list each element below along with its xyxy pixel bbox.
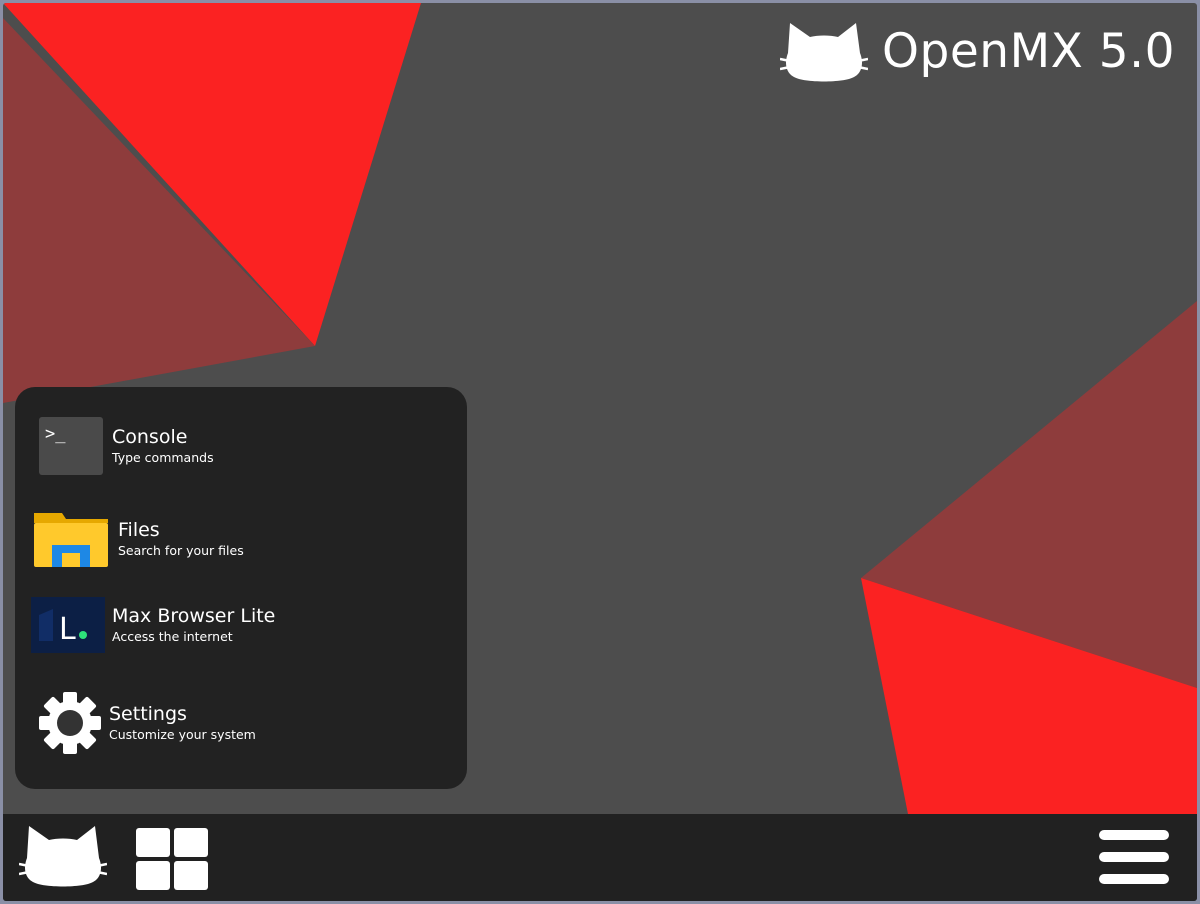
menu-item-settings[interactable]: Settings Customize your system xyxy=(38,691,256,755)
grid-icon xyxy=(136,828,208,890)
menu-item-subtitle: Search for your files xyxy=(118,543,244,558)
menu-item-subtitle: Type commands xyxy=(112,450,214,465)
menu-button[interactable] xyxy=(1099,830,1171,890)
svg-text:L: L xyxy=(59,612,76,647)
menu-item-files[interactable]: Files Search for your files xyxy=(34,511,244,567)
browser-icon: L xyxy=(31,597,105,653)
os-brand: OpenMX 5.0 xyxy=(780,19,1175,83)
menu-item-console[interactable]: >_ Console Type commands xyxy=(39,417,214,475)
taskbar xyxy=(3,814,1197,901)
terminal-icon: >_ xyxy=(39,417,103,475)
cat-head-icon xyxy=(18,826,108,887)
menu-item-title: Settings xyxy=(109,703,187,725)
folder-icon xyxy=(34,513,108,567)
menu-item-max-browser-lite[interactable]: L Max Browser Lite Access the internet xyxy=(31,597,275,653)
apps-button[interactable] xyxy=(136,828,208,894)
menu-item-title: Max Browser Lite xyxy=(112,605,276,627)
svg-text:>_: >_ xyxy=(45,424,66,444)
start-button[interactable] xyxy=(18,822,108,892)
gear-icon xyxy=(39,692,101,754)
menu-item-title: Console xyxy=(112,426,188,448)
desktop: OpenMX 5.0 >_ Console Type commands File… xyxy=(3,3,1197,901)
menu-item-subtitle: Customize your system xyxy=(109,727,256,742)
menu-item-subtitle: Access the internet xyxy=(112,629,233,644)
os-name: OpenMX 5.0 xyxy=(882,23,1175,79)
start-menu: >_ Console Type commands Files Search fo… xyxy=(15,387,467,789)
cat-head-icon xyxy=(780,23,869,82)
hamburger-icon xyxy=(1099,830,1169,884)
menu-item-title: Files xyxy=(118,519,160,541)
